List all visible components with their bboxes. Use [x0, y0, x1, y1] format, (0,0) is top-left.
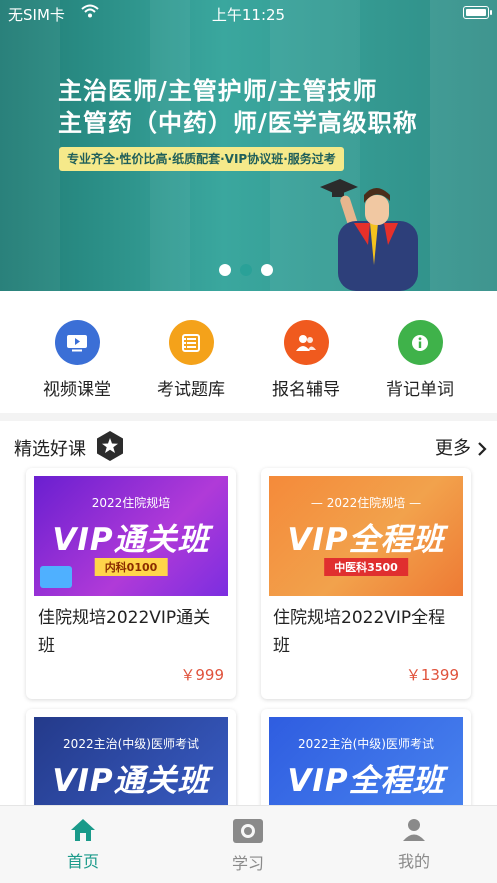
tab-label: 首页 — [66, 852, 99, 871]
course-title: 住院规培2022VIP全程班 — [273, 608, 446, 656]
users-icon — [283, 320, 329, 365]
thumbnail-headline: VIP通关班 — [52, 763, 210, 799]
course-thumbnail: 2022主治(中级)医师考试 VIP全程班 — [269, 717, 463, 805]
menu-label: 视频课堂 — [43, 380, 111, 400]
video-icon — [54, 320, 100, 365]
course-card[interactable]: — 2022住院规培 — VIP全程班 中医科3500 住院规培2022VIP全… — [261, 468, 471, 699]
tab-profile[interactable]: 我的 — [364, 818, 464, 872]
course-thumbnail: — 2022住院规培 — VIP全程班 中医科3500 — [269, 476, 463, 596]
profile-icon — [403, 819, 425, 841]
banner-title-line1: 主治医师/主管护师/主管技师 — [58, 76, 378, 105]
tab-study[interactable]: 学习 — [198, 818, 298, 874]
course-title: 佳院规培2022VIP通关班 — [38, 608, 211, 656]
thumbnail-headline: VIP通关班 — [52, 522, 210, 558]
course-card[interactable]: 2022主治(中级)医师考试 VIP通关班 — [26, 709, 236, 805]
course-price: ￥1399 — [405, 666, 459, 684]
clock: 上午11:25 — [211, 6, 286, 24]
thumbnail-tag: 内科0100 — [94, 558, 168, 576]
menu-item-registration[interactable]: 报名辅导 — [256, 320, 356, 400]
carousel-dot[interactable] — [261, 264, 273, 276]
battery-icon — [463, 6, 492, 19]
star-badge-icon — [97, 431, 123, 461]
question-bank-icon — [168, 320, 214, 365]
menu-item-vocabulary[interactable]: 背记单词 — [370, 320, 470, 400]
carousel-dot-active[interactable] — [240, 264, 252, 276]
menu-item-video-class[interactable]: 视频课堂 — [27, 320, 127, 400]
thumbnail-subtitle: — 2022住院规培 — — [310, 496, 422, 510]
study-icon — [233, 819, 263, 843]
thumbnail-headline: VIP全程班 — [287, 522, 445, 558]
carousel-indicator[interactable] — [219, 261, 282, 280]
more-label: 更多 — [435, 438, 471, 459]
course-thumbnail: 2022主治(中级)医师考试 VIP通关班 — [34, 717, 228, 805]
banner-title-line2: 主管药（中药）师/医学高级职称 — [58, 108, 418, 137]
bottom-tab-bar: 首页 学习 我的 — [0, 805, 497, 883]
course-price: ￥999 — [180, 666, 224, 684]
section-title: 精选好课 — [14, 439, 86, 460]
menu-label: 考试题库 — [157, 380, 225, 400]
menu-label: 报名辅导 — [272, 380, 340, 400]
thumbnail-headline: VIP全程班 — [287, 763, 445, 799]
thumbnail-subtitle: 2022住院规培 — [91, 496, 171, 510]
thumbnail-tag: 中医科3500 — [324, 558, 408, 576]
quick-menu: 视频课堂 考试题库 报名辅导 背记单词 — [0, 291, 497, 413]
status-bar: 无SIM卡 上午11:25 — [0, 0, 497, 28]
banner-tagline: 专业齐全·性价比高·纸质配套·VIP协议班·服务过考 — [59, 147, 344, 171]
thumbnail-subtitle: 2022主治(中级)医师考试 — [63, 737, 199, 751]
decor-laptop — [40, 566, 72, 588]
more-link[interactable]: 更多 — [435, 434, 487, 460]
info-icon — [397, 320, 443, 365]
menu-label: 背记单词 — [386, 380, 454, 400]
thumbnail-subtitle: 2022主治(中级)医师考试 — [298, 737, 434, 751]
course-card[interactable]: 2022主治(中级)医师考试 VIP全程班 — [261, 709, 471, 805]
course-card[interactable]: 2022住院规培 VIP通关班 内科0100 佳院规培2022VIP通关班 ￥9… — [26, 468, 236, 699]
carousel-dot[interactable] — [219, 264, 231, 276]
promo-banner[interactable]: 无SIM卡 上午11:25 主治医师/主管护师/主管技师 主管药（中药）师/医学… — [0, 0, 497, 291]
chevron-right-icon — [478, 442, 487, 456]
tab-label: 学习 — [231, 854, 264, 873]
featured-courses-section: 精选好课 更多 2022住院规培 VIP通关班 内科0100 佳院规培2022V… — [0, 421, 497, 805]
tab-home[interactable]: 首页 — [33, 818, 133, 872]
course-thumbnail: 2022住院规培 VIP通关班 内科0100 — [34, 476, 228, 596]
home-icon — [71, 819, 95, 841]
graduate-illustration — [320, 179, 418, 291]
menu-item-question-bank[interactable]: 考试题库 — [141, 320, 241, 400]
tab-label: 我的 — [397, 852, 430, 871]
